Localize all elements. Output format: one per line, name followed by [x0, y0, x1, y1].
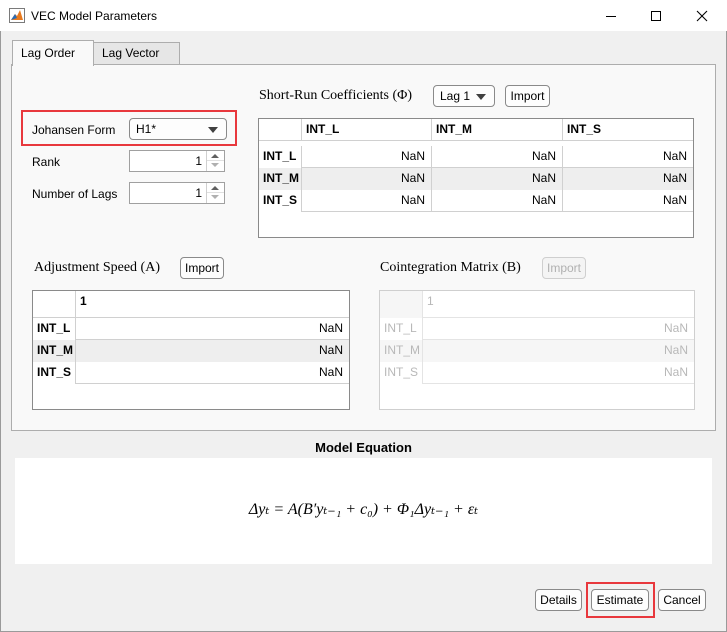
- number-of-lags-spinner[interactable]: 1: [129, 182, 225, 204]
- johansen-form-value: H1*: [136, 122, 157, 136]
- column-header: INT_L: [302, 119, 432, 141]
- adjustment-speed-title: Adjustment Speed (A): [34, 260, 160, 275]
- tab-strip: [180, 42, 715, 65]
- table-cell: NaN: [663, 365, 688, 379]
- table-cell[interactable]: NaN: [563, 146, 693, 168]
- table-cell[interactable]: NaN: [76, 362, 349, 384]
- tab-lag-order[interactable]: Lag Order: [12, 40, 94, 66]
- chevron-down-icon: [208, 127, 218, 133]
- row-header: INT_S: [259, 190, 302, 212]
- rank-label: Rank: [32, 155, 61, 169]
- table-row: INT_M NaN NaN NaN: [259, 168, 693, 190]
- row-header: INT_L: [33, 318, 76, 340]
- table-row: INT_M NaN: [33, 340, 349, 362]
- column-header: INT_S: [567, 122, 602, 136]
- column-header: 1: [427, 294, 434, 308]
- title-bar: VEC Model Parameters: [0, 0, 727, 31]
- increment-arrow-icon[interactable]: [211, 154, 219, 158]
- model-equation-box: Δyₜ = A(B′yₜ₋₁ + c₀) + Φ₁Δyₜ₋₁ + εₜ: [15, 458, 712, 564]
- stepper-divider: [207, 192, 224, 193]
- short-run-table[interactable]: INT_L INT_M INT_S INT_L NaN NaN NaN INT_…: [258, 118, 694, 238]
- model-equation-formula: Δyₜ = A(B′yₜ₋₁ + c₀) + Φ₁Δyₜ₋₁ + εₜ: [248, 501, 479, 518]
- row-header: INT_M: [380, 340, 423, 362]
- column-header: 1: [80, 294, 87, 308]
- chevron-down-icon: [476, 94, 486, 100]
- table-cell: NaN: [423, 340, 694, 362]
- table-row: INT_L NaN: [380, 318, 694, 340]
- table-cell: NaN: [663, 321, 688, 335]
- number-of-lags-label: Number of Lags: [32, 187, 118, 201]
- table-row: INT_M NaN: [380, 340, 694, 362]
- row-header: INT_M: [259, 168, 302, 190]
- window-title: VEC Model Parameters: [31, 9, 158, 23]
- estimate-button[interactable]: Estimate: [591, 589, 649, 611]
- table-row: INT_S NaN: [33, 362, 349, 384]
- details-button[interactable]: Details: [535, 589, 582, 611]
- lags-stepper[interactable]: [206, 183, 224, 203]
- increment-arrow-icon[interactable]: [211, 186, 219, 190]
- table-cell[interactable]: NaN: [432, 146, 563, 168]
- johansen-form-dropdown[interactable]: H1*: [129, 118, 227, 140]
- row-header: INT_L: [380, 318, 423, 340]
- cointegration-matrix-title: Cointegration Matrix (B): [380, 260, 521, 275]
- maximize-button[interactable]: [633, 0, 678, 31]
- table-row: INT_S NaN: [380, 362, 694, 384]
- maximize-icon: [650, 10, 661, 21]
- table-header-row: 1: [33, 291, 349, 318]
- table-corner: [33, 291, 76, 318]
- minimize-button[interactable]: [588, 0, 633, 31]
- table-cell[interactable]: NaN: [432, 190, 563, 212]
- decrement-arrow-icon[interactable]: [211, 195, 219, 199]
- matlab-logo-icon: [9, 8, 25, 23]
- row-header: INT_M: [33, 340, 76, 362]
- table-cell[interactable]: NaN: [76, 340, 349, 362]
- table-header-row: INT_L INT_M INT_S: [259, 119, 693, 141]
- rank-value: 1: [195, 154, 202, 168]
- lag-select-value: Lag 1: [440, 89, 471, 103]
- decrement-arrow-icon[interactable]: [211, 163, 219, 167]
- minimize-icon: [605, 15, 616, 17]
- table-cell[interactable]: NaN: [302, 190, 432, 212]
- tab-lag-vector[interactable]: Lag Vector: [93, 42, 180, 65]
- table-cell[interactable]: NaN: [302, 146, 432, 168]
- row-header: INT_L: [259, 146, 302, 168]
- table-cell[interactable]: NaN: [302, 168, 432, 190]
- table-cell[interactable]: NaN: [563, 190, 693, 212]
- row-header: INT_S: [33, 362, 76, 384]
- table-row: INT_L NaN NaN NaN: [259, 146, 693, 168]
- row-header: INT_S: [380, 362, 423, 384]
- stepper-divider: [207, 160, 224, 161]
- adjustment-import-button[interactable]: Import: [180, 257, 224, 279]
- close-icon: [696, 10, 707, 21]
- table-row: INT_L NaN: [33, 318, 349, 340]
- short-run-import-button[interactable]: Import: [505, 85, 550, 107]
- table-corner: [380, 291, 423, 318]
- table-row: INT_S NaN NaN NaN: [259, 190, 693, 212]
- table-cell[interactable]: NaN: [563, 168, 693, 190]
- cancel-button[interactable]: Cancel: [658, 589, 706, 611]
- model-equation-title: Model Equation: [315, 440, 412, 455]
- rank-spinner[interactable]: 1: [129, 150, 225, 172]
- column-header: INT_M: [432, 119, 563, 141]
- lag-order-panel: Johansen Form H1* Rank 1 Number of Lags …: [11, 64, 716, 431]
- table-header-row: 1: [380, 291, 694, 318]
- number-of-lags-value: 1: [195, 186, 202, 200]
- table-corner: [259, 119, 302, 141]
- table-cell[interactable]: NaN: [432, 168, 563, 190]
- close-button[interactable]: [679, 0, 724, 31]
- cointegration-import-button[interactable]: Import: [542, 257, 586, 279]
- table-cell[interactable]: NaN: [76, 318, 349, 340]
- rank-stepper[interactable]: [206, 151, 224, 171]
- johansen-form-label: Johansen Form: [32, 123, 116, 137]
- lag-select-dropdown[interactable]: Lag 1: [433, 85, 495, 107]
- short-run-title: Short-Run Coefficients (Φ): [259, 88, 413, 103]
- adjustment-speed-table[interactable]: 1 INT_L NaN INT_M NaN INT_S NaN: [32, 290, 350, 410]
- cointegration-matrix-table: 1 INT_L NaN INT_M NaN INT_S NaN: [379, 290, 695, 410]
